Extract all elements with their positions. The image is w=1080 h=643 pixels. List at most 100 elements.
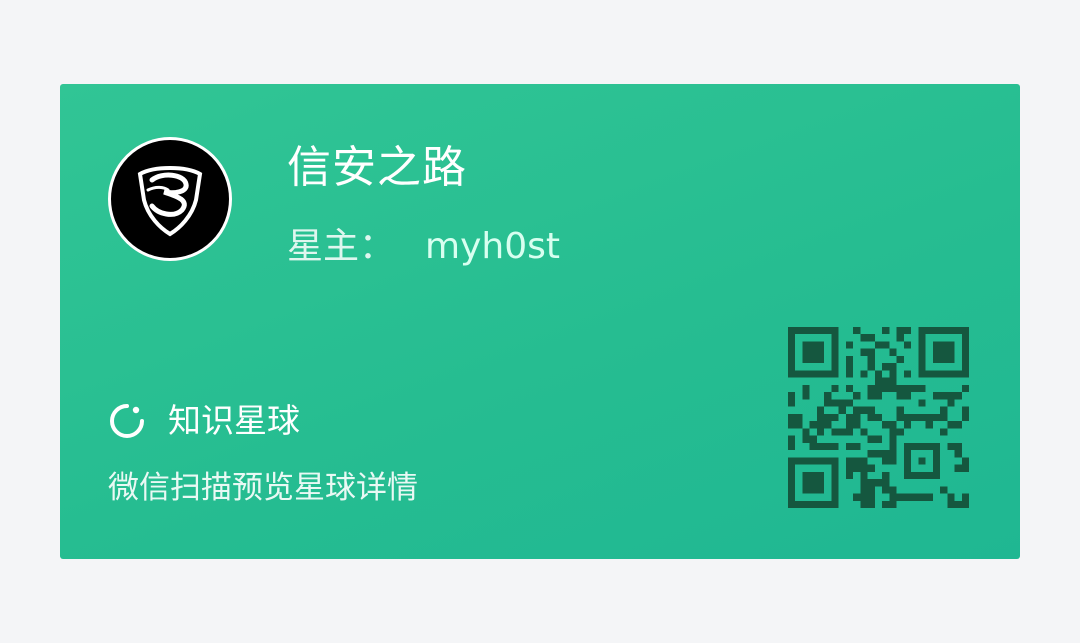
qr-module (853, 421, 861, 429)
qr-module (802, 392, 810, 400)
qr-module (809, 435, 817, 443)
qr-module (853, 464, 861, 472)
qr-module (874, 370, 883, 378)
qr-module (867, 435, 875, 443)
qr-module (896, 406, 904, 414)
qr-module (853, 457, 861, 465)
qr-module (845, 471, 854, 480)
qr-module (954, 500, 962, 508)
qr-module (860, 493, 868, 501)
qr-module (882, 363, 890, 371)
qr-module (867, 406, 875, 414)
brand-name: 知识星球 (168, 401, 300, 440)
qr-module (874, 450, 883, 458)
qr-module (831, 428, 839, 436)
qr-module (867, 493, 875, 501)
qr-module (860, 348, 868, 356)
qr-module (860, 457, 868, 465)
qr-module (831, 399, 839, 407)
qr-module (853, 406, 861, 414)
qr-module (903, 341, 912, 349)
qr-module (882, 384, 890, 393)
qr-module (860, 406, 868, 414)
qr-module (867, 450, 875, 458)
qr-module (961, 413, 969, 422)
qr-module (795, 413, 803, 422)
qr-module (824, 399, 832, 407)
qr-module (867, 363, 875, 371)
qr-module (816, 428, 825, 436)
qr-module (831, 384, 839, 393)
qr-module (845, 370, 854, 378)
qr-module (874, 413, 883, 422)
qr-module (867, 479, 875, 487)
qr-module (874, 341, 883, 349)
qr-module (838, 406, 846, 414)
qr-module (867, 486, 875, 494)
qr-module (940, 428, 948, 436)
qr-module (918, 399, 926, 407)
qr-module (947, 421, 955, 429)
qr-module (845, 363, 854, 371)
qr-module (889, 428, 897, 436)
qr-module (954, 450, 962, 458)
qr-code-icon[interactable] (788, 327, 969, 508)
qr-module (896, 413, 904, 422)
qr-module (816, 413, 825, 422)
qr-module (918, 493, 926, 501)
qr-module (845, 421, 854, 429)
qr-module (925, 421, 933, 429)
owner-name: myh0st (425, 226, 560, 267)
qr-module (932, 413, 941, 422)
qr-module (860, 486, 868, 494)
qr-module (860, 334, 868, 342)
qr-module (824, 442, 832, 451)
qr-module (867, 334, 875, 342)
qr-module (882, 377, 890, 385)
qr-module (867, 348, 875, 356)
qr-module (860, 500, 868, 508)
qr-module (903, 384, 912, 393)
qr-module (845, 464, 854, 472)
qr-module (918, 384, 926, 393)
qr-module (874, 479, 883, 487)
qr-module (896, 334, 904, 342)
qr-module (903, 392, 912, 400)
brand-row: 知识星球 (108, 400, 300, 442)
qr-module (845, 384, 854, 393)
qr-module (932, 392, 941, 400)
qr-module (889, 377, 897, 385)
qr-module (954, 464, 962, 472)
qr-module (860, 464, 868, 472)
qr-module (882, 341, 890, 349)
shield-logo-icon (137, 166, 203, 237)
qr-module (874, 392, 883, 400)
qr-module (802, 384, 810, 393)
qr-module (896, 384, 904, 393)
qr-module (853, 442, 861, 451)
qr-module (845, 413, 854, 422)
qr-module (889, 442, 897, 451)
group-avatar (108, 137, 232, 261)
qr-module (860, 370, 868, 378)
qr-module (896, 355, 904, 364)
qr-module (845, 355, 854, 364)
qr-module (903, 413, 912, 422)
qr-module (889, 457, 897, 465)
qr-module (867, 413, 875, 422)
qr-module (896, 327, 904, 335)
qr-module (867, 355, 875, 364)
qr-module (838, 428, 846, 436)
qr-module (882, 421, 890, 429)
qr-module (853, 413, 861, 422)
qr-module (809, 442, 817, 451)
qr-module (889, 435, 897, 443)
qr-module (889, 486, 897, 494)
qr-module (845, 399, 854, 407)
group-title: 信安之路 (287, 142, 467, 193)
qr-module (860, 471, 868, 480)
qr-module (867, 464, 875, 472)
qr-module (867, 384, 875, 393)
qr-module (802, 435, 810, 443)
qr-module (896, 493, 904, 501)
